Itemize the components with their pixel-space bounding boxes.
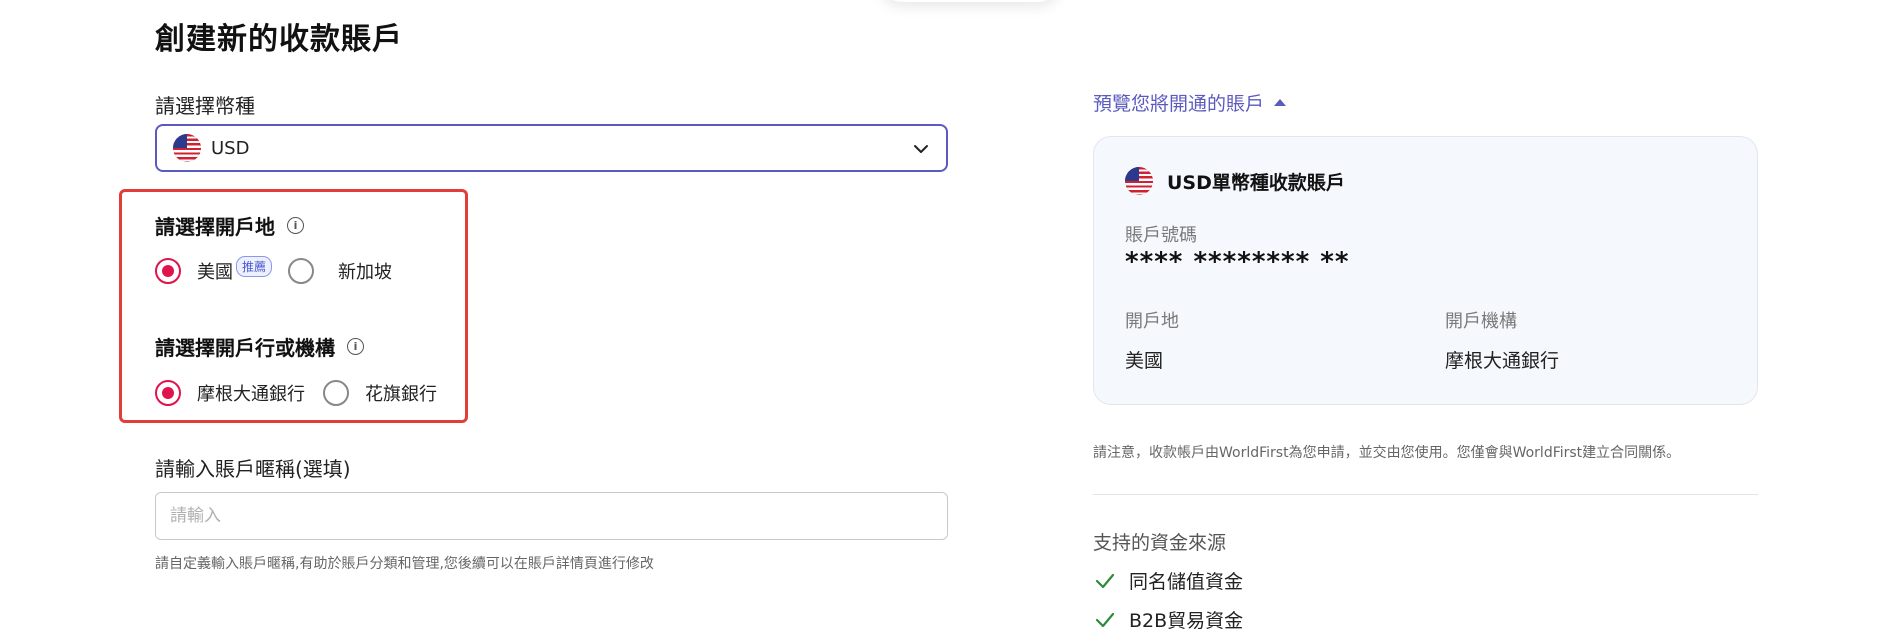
currency-label: 請選擇幣種 [155, 94, 255, 118]
check-icon [1095, 612, 1115, 627]
divider [1093, 494, 1758, 495]
page-title: 創建新的收款賬戶 [155, 22, 403, 57]
funding-source-label: B2B貿易資金 [1129, 610, 1244, 632]
nickname-input[interactable] [155, 492, 948, 540]
account-preview-card: USD單幣種收款賬戶 賬戶號碼 **** ******** ** 開戶地 美國 … [1093, 136, 1758, 405]
nickname-label: 請輸入賬戶暱稱(選填) [155, 457, 351, 481]
account-number-label: 賬戶號碼 [1125, 225, 1197, 246]
info-icon[interactable]: i [287, 217, 304, 234]
nickname-hint: 請自定義輸入賬戶暱稱,有助於賬戶分類和管理,您後續可以在賬戶詳情頁進行修改 [155, 556, 654, 572]
card-title: USD單幣種收款賬戶 [1167, 171, 1345, 194]
funding-sources-title: 支持的資金來源 [1093, 532, 1227, 554]
check-icon [1095, 573, 1115, 588]
preview-link-text: 預覽您將開通的賬戶 [1093, 93, 1265, 115]
location-label: 開戶地 [1125, 311, 1179, 332]
bank-options: 摩根大通銀行 花旗銀行 [155, 380, 437, 406]
contract-notice: 請注意，收款帳戶由WorldFirst為您申請，並交由您使用。您僅會與World… [1093, 445, 1681, 461]
info-icon[interactable]: i [347, 338, 364, 355]
top-overlay-shadow [880, 0, 1060, 2]
funding-source-item: B2B貿易資金 [1093, 606, 1243, 633]
location-value: 美國 [1125, 350, 1164, 372]
us-flag-icon [173, 134, 201, 162]
bank-section-title: 請選擇開戶行或機構 i [155, 332, 364, 361]
currency-selected-value: USD [211, 137, 250, 159]
funding-source-item: 同名儲值資金 [1093, 567, 1243, 594]
bank-option-label: 花旗銀行 [365, 384, 437, 405]
institution-label: 開戶機構 [1445, 311, 1517, 332]
caret-up-icon [1274, 99, 1287, 106]
location-option-label: 美國 [197, 262, 233, 283]
account-number: **** ******** ** [1125, 247, 1350, 277]
location-title-text: 請選擇開戶地 [155, 215, 275, 239]
chevron-down-icon [914, 145, 928, 153]
location-section-title: 請選擇開戶地 i [155, 211, 304, 240]
recommended-badge: 推薦 [236, 255, 273, 277]
institution-value: 摩根大通銀行 [1445, 350, 1560, 372]
funding-source-label: 同名儲值資金 [1129, 571, 1244, 593]
bank-title-text: 請選擇開戶行或機構 [155, 336, 335, 360]
radio-bank-citi[interactable] [323, 380, 349, 406]
currency-select[interactable]: USD [155, 124, 948, 172]
location-options: 美國 推薦 新加坡 [155, 255, 393, 284]
preview-toggle-link[interactable]: 預覽您將開通的賬戶 [1093, 89, 1287, 116]
radio-location-us[interactable] [155, 258, 181, 284]
radio-bank-jpmorgan[interactable] [155, 380, 181, 406]
us-flag-icon [1125, 167, 1153, 195]
location-option-label: 新加坡 [338, 262, 393, 283]
card-header: USD單幣種收款賬戶 [1125, 167, 1345, 195]
bank-option-label: 摩根大通銀行 [197, 384, 305, 405]
radio-location-sg[interactable] [288, 258, 315, 284]
